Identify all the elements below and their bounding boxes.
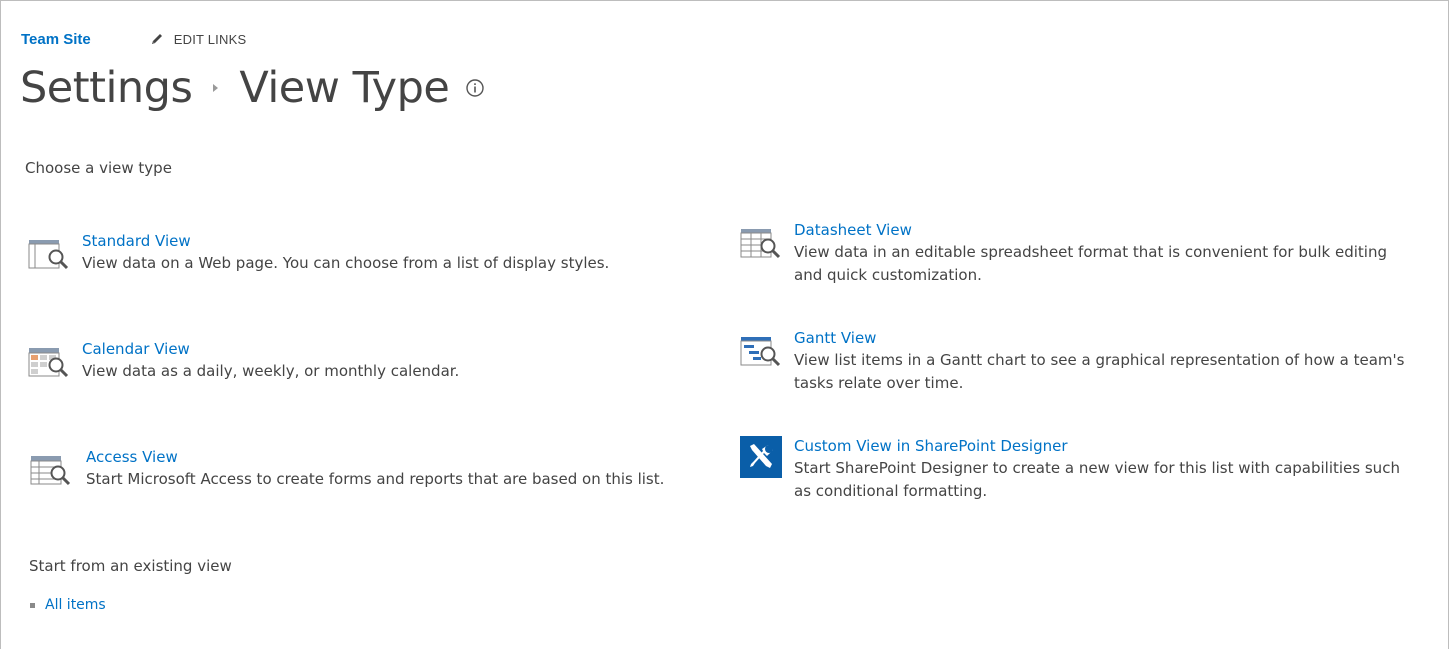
gantt-view-description-line2: tasks relate over time. [794,374,964,392]
standard-view-description: View data on a Web page. You can choose … [82,254,610,272]
calendar-view-icon [28,348,69,378]
edit-links-button[interactable]: EDIT LINKS [149,31,247,47]
standard-view-link[interactable]: Standard View [82,231,609,251]
view-option-standard: Standard View View data on a Web page. Y… [28,231,609,275]
existing-view-list: All items [30,597,106,613]
top-nav: Team Site EDIT LINKS [21,28,246,50]
breadcrumb-settings[interactable]: Settings [20,60,193,116]
access-view-link[interactable]: Access View [86,447,664,467]
datasheet-view-description-line2: and quick customization. [794,266,982,284]
all-items-link[interactable]: All items [45,597,106,613]
page-title: Settings View Type [20,60,485,116]
view-option-datasheet: Datasheet View View data in an editable … [740,220,1387,287]
sharepoint-designer-description-line2: as conditional formatting. [794,482,988,500]
view-option-calendar: Calendar View View data as a daily, week… [28,339,459,383]
choose-view-type-label: Choose a view type [25,159,172,177]
calendar-view-description: View data as a daily, weekly, or monthly… [82,362,460,380]
standard-view-icon [28,240,69,270]
datasheet-view-description-line1: View data in an editable spreadsheet for… [794,243,1387,261]
view-option-gantt: Gantt View View list items in a Gantt ch… [740,328,1404,395]
datasheet-view-link[interactable]: Datasheet View [794,220,1387,240]
existing-view-label: Start from an existing view [29,557,232,575]
access-view-icon [30,456,71,486]
gantt-view-icon [740,337,781,367]
gantt-view-link[interactable]: Gantt View [794,328,1404,348]
calendar-view-link[interactable]: Calendar View [82,339,459,359]
breadcrumb-current: View Type [239,63,450,113]
datasheet-view-icon [740,229,781,259]
sharepoint-designer-link[interactable]: Custom View in SharePoint Designer [794,436,1400,456]
site-title-link[interactable]: Team Site [21,31,91,48]
pencil-icon [151,34,162,44]
edit-links-label: EDIT LINKS [173,31,247,47]
view-option-access: Access View Start Microsoft Access to cr… [30,447,664,491]
view-option-sharepoint-designer: Custom View in SharePoint Designer Start… [740,436,1400,503]
sharepoint-designer-description-line1: Start SharePoint Designer to create a ne… [794,459,1400,477]
access-view-description: Start Microsoft Access to create forms a… [86,470,665,488]
list-bullet-icon [30,602,35,608]
breadcrumb-separator-icon [212,83,220,93]
gantt-view-description-line1: View list items in a Gantt chart to see … [794,351,1405,369]
sharepoint-designer-icon [740,436,782,478]
info-icon[interactable] [465,78,485,98]
